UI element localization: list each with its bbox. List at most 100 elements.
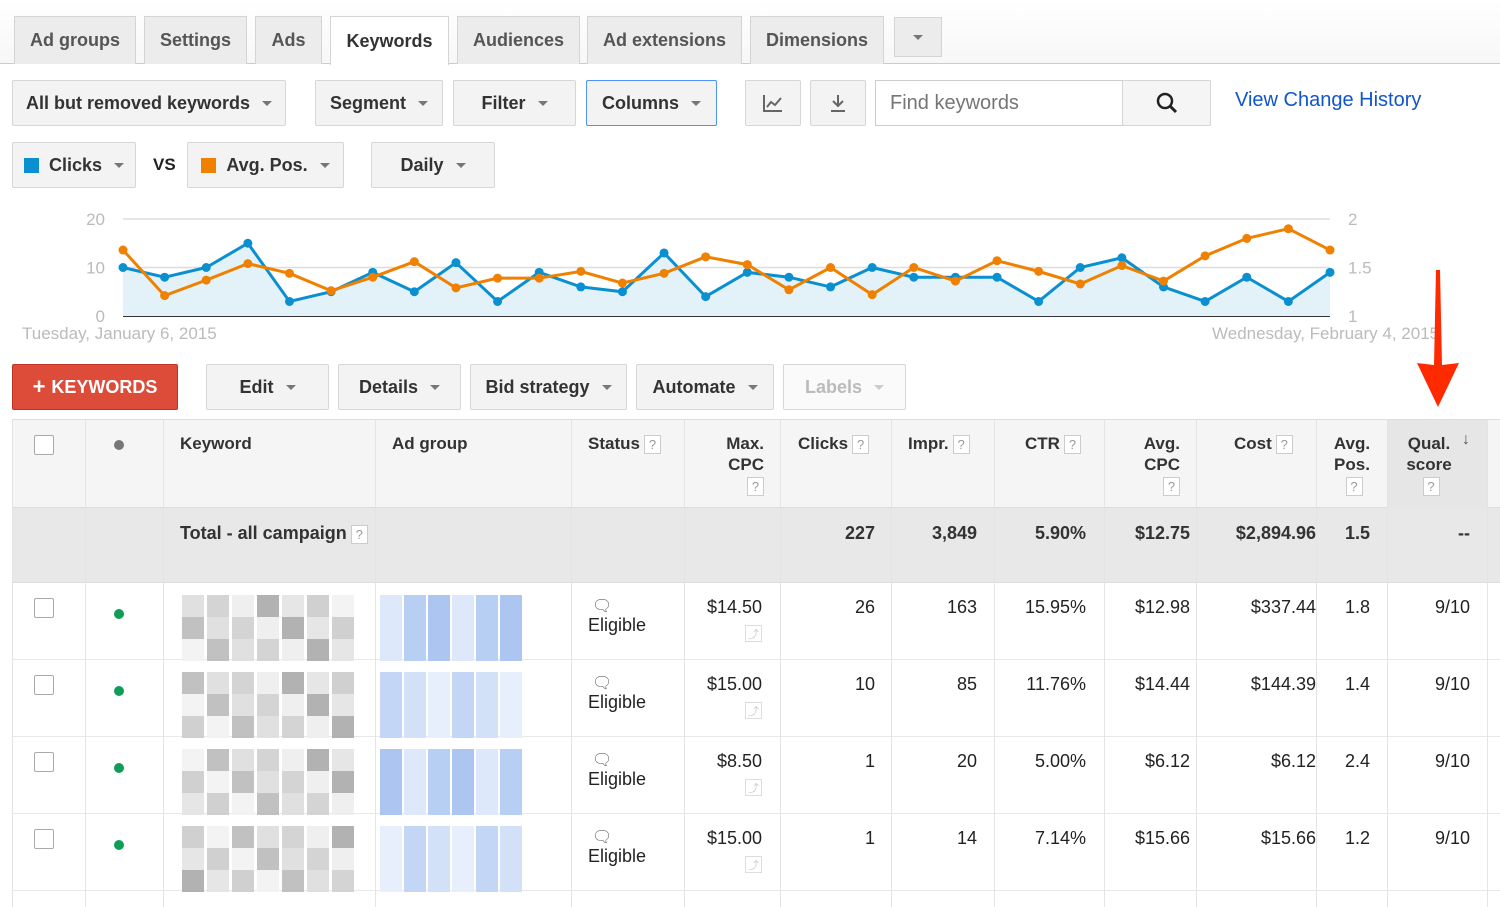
header-qual-score[interactable]: Qual. score? [1404, 433, 1454, 497]
avg-pos-point [160, 291, 170, 301]
help-icon[interactable]: ? [1163, 477, 1180, 497]
header-ad-group[interactable]: Ad group [392, 433, 468, 454]
header-max-cpc[interactable]: Max. CPC? [702, 433, 764, 497]
tab-ads[interactable]: Ads [255, 16, 322, 64]
help-icon[interactable]: ? [1422, 477, 1440, 497]
bid-simulator-icon[interactable]: ⤴ [745, 779, 762, 796]
avg-pos-point [950, 276, 960, 286]
ad-group-link-blurred[interactable] [380, 826, 524, 892]
find-keywords-input[interactable] [875, 80, 1123, 126]
enabled-status-dot-icon[interactable] [114, 686, 124, 696]
bid-simulator-icon[interactable]: ⤴ [745, 625, 762, 642]
header-keyword[interactable]: Keyword [180, 433, 252, 454]
columns-dropdown[interactable]: Columns [586, 80, 717, 126]
search-button[interactable] [1122, 80, 1211, 126]
automate-label: Automate [652, 376, 736, 397]
ad-group-link-blurred[interactable] [380, 595, 524, 661]
help-icon[interactable]: ? [350, 524, 368, 544]
speech-bubble-icon[interactable]: 🗨 [592, 827, 612, 847]
keyword-text-blurred[interactable] [182, 826, 357, 892]
header-impr[interactable]: Impr.? [908, 433, 970, 455]
header-cost[interactable]: Cost? [1234, 433, 1293, 455]
keyword-text-blurred[interactable] [182, 749, 357, 815]
header-cost-label: Cost [1234, 434, 1272, 453]
tab-keywords[interactable]: Keywords [330, 16, 449, 65]
header-avg-pos[interactable]: Avg. Pos.? [1332, 433, 1372, 497]
speech-bubble-icon[interactable]: 🗨 [592, 596, 612, 616]
metric1-dropdown[interactable]: Clicks [12, 142, 136, 188]
edit-dropdown[interactable]: Edit [206, 364, 329, 410]
speech-bubble-icon[interactable]: 🗨 [592, 673, 612, 693]
filter-dropdown[interactable]: Filter [453, 80, 576, 126]
row-checkbox[interactable] [34, 829, 54, 849]
qual-score-value: 9/10 [1434, 751, 1470, 771]
help-icon[interactable]: ? [1063, 435, 1081, 455]
bid-simulator-icon[interactable]: ⤴ [745, 856, 762, 873]
details-label: Details [358, 376, 419, 397]
period-dropdown[interactable]: Daily [371, 142, 495, 188]
avg-pos-point [243, 259, 253, 269]
header-ctr[interactable]: CTR? [1025, 433, 1081, 455]
avg-pos-value: 1.2 [1344, 828, 1370, 848]
bid-simulator-icon[interactable]: ⤴ [745, 702, 762, 719]
avg-pos-value: 2.4 [1344, 751, 1370, 771]
keyword-text-blurred[interactable] [182, 595, 357, 661]
ad-group-link-blurred[interactable] [380, 749, 524, 815]
clicks-value: 1 [864, 751, 875, 771]
add-keywords-button[interactable]: + KEYWORDS [12, 364, 178, 410]
enabled-status-dot-icon[interactable] [114, 840, 124, 850]
enabled-status-dot-icon[interactable] [114, 763, 124, 773]
avg-pos-point [1075, 279, 1085, 289]
view-filter-label: All but removed keywords [25, 92, 251, 113]
avg-pos-point [617, 278, 627, 288]
bid-strategy-dropdown[interactable]: Bid strategy [470, 364, 627, 410]
help-icon[interactable]: ? [852, 435, 870, 455]
select-all-checkbox[interactable] [34, 435, 54, 455]
chevron-down-icon [874, 384, 885, 390]
tab-dimensions[interactable]: Dimensions [750, 16, 884, 64]
help-icon[interactable]: ? [1275, 435, 1293, 455]
avg-pos-point [659, 268, 669, 278]
clicks-point [201, 263, 211, 272]
tab-ad-groups[interactable]: Ad groups [14, 16, 136, 64]
details-dropdown[interactable]: Details [338, 364, 461, 410]
tab-settings[interactable]: Settings [144, 16, 247, 64]
tab-audiences[interactable]: Audiences [457, 16, 580, 64]
header-status[interactable]: Status? [588, 433, 661, 455]
help-icon[interactable]: ? [952, 435, 970, 455]
toggle-graph-button[interactable] [745, 80, 801, 126]
row-checkbox[interactable] [34, 598, 54, 618]
avg-pos-point [284, 268, 294, 278]
ad-group-link-blurred[interactable] [380, 672, 524, 738]
clicks-point [617, 287, 627, 297]
clicks-point [409, 287, 419, 297]
help-icon[interactable]: ? [1345, 477, 1363, 497]
view-filter-dropdown[interactable]: All but removed keywords [12, 80, 286, 126]
header-clicks[interactable]: Clicks? [798, 433, 870, 455]
row-checkbox[interactable] [34, 752, 54, 772]
avg-pos-point [451, 283, 461, 293]
row-checkbox[interactable] [34, 675, 54, 695]
period-label: Daily [400, 154, 444, 175]
status-text: Eligible [588, 615, 647, 635]
help-icon[interactable]: ? [643, 435, 661, 455]
clicks-value: 10 [854, 674, 875, 694]
enabled-status-dot-icon[interactable] [114, 609, 124, 619]
download-button[interactable] [810, 80, 866, 126]
more-tabs-button[interactable] [894, 17, 942, 57]
avg-pos-point [368, 272, 378, 282]
automate-dropdown[interactable]: Automate [636, 364, 774, 410]
header-avg-cpc[interactable]: Avg. CPC? [1122, 433, 1180, 497]
metric2-dropdown[interactable]: Avg. Pos. [187, 142, 344, 188]
labels-label: Labels [804, 376, 863, 397]
speech-bubble-icon[interactable]: 🗨 [592, 750, 612, 770]
labels-dropdown[interactable]: Labels [783, 364, 906, 410]
bid-strategy-label: Bid strategy [485, 376, 590, 397]
help-icon[interactable]: ? [747, 477, 764, 497]
segment-dropdown[interactable]: Segment [315, 80, 443, 126]
keyword-text-blurred[interactable] [182, 672, 357, 738]
clicks-point [1242, 272, 1252, 282]
avg-cpc-value: $14.44 [1134, 674, 1190, 694]
tab-ad-extensions[interactable]: Ad extensions [587, 16, 742, 64]
view-change-history-link[interactable]: View Change History [1235, 89, 1421, 112]
